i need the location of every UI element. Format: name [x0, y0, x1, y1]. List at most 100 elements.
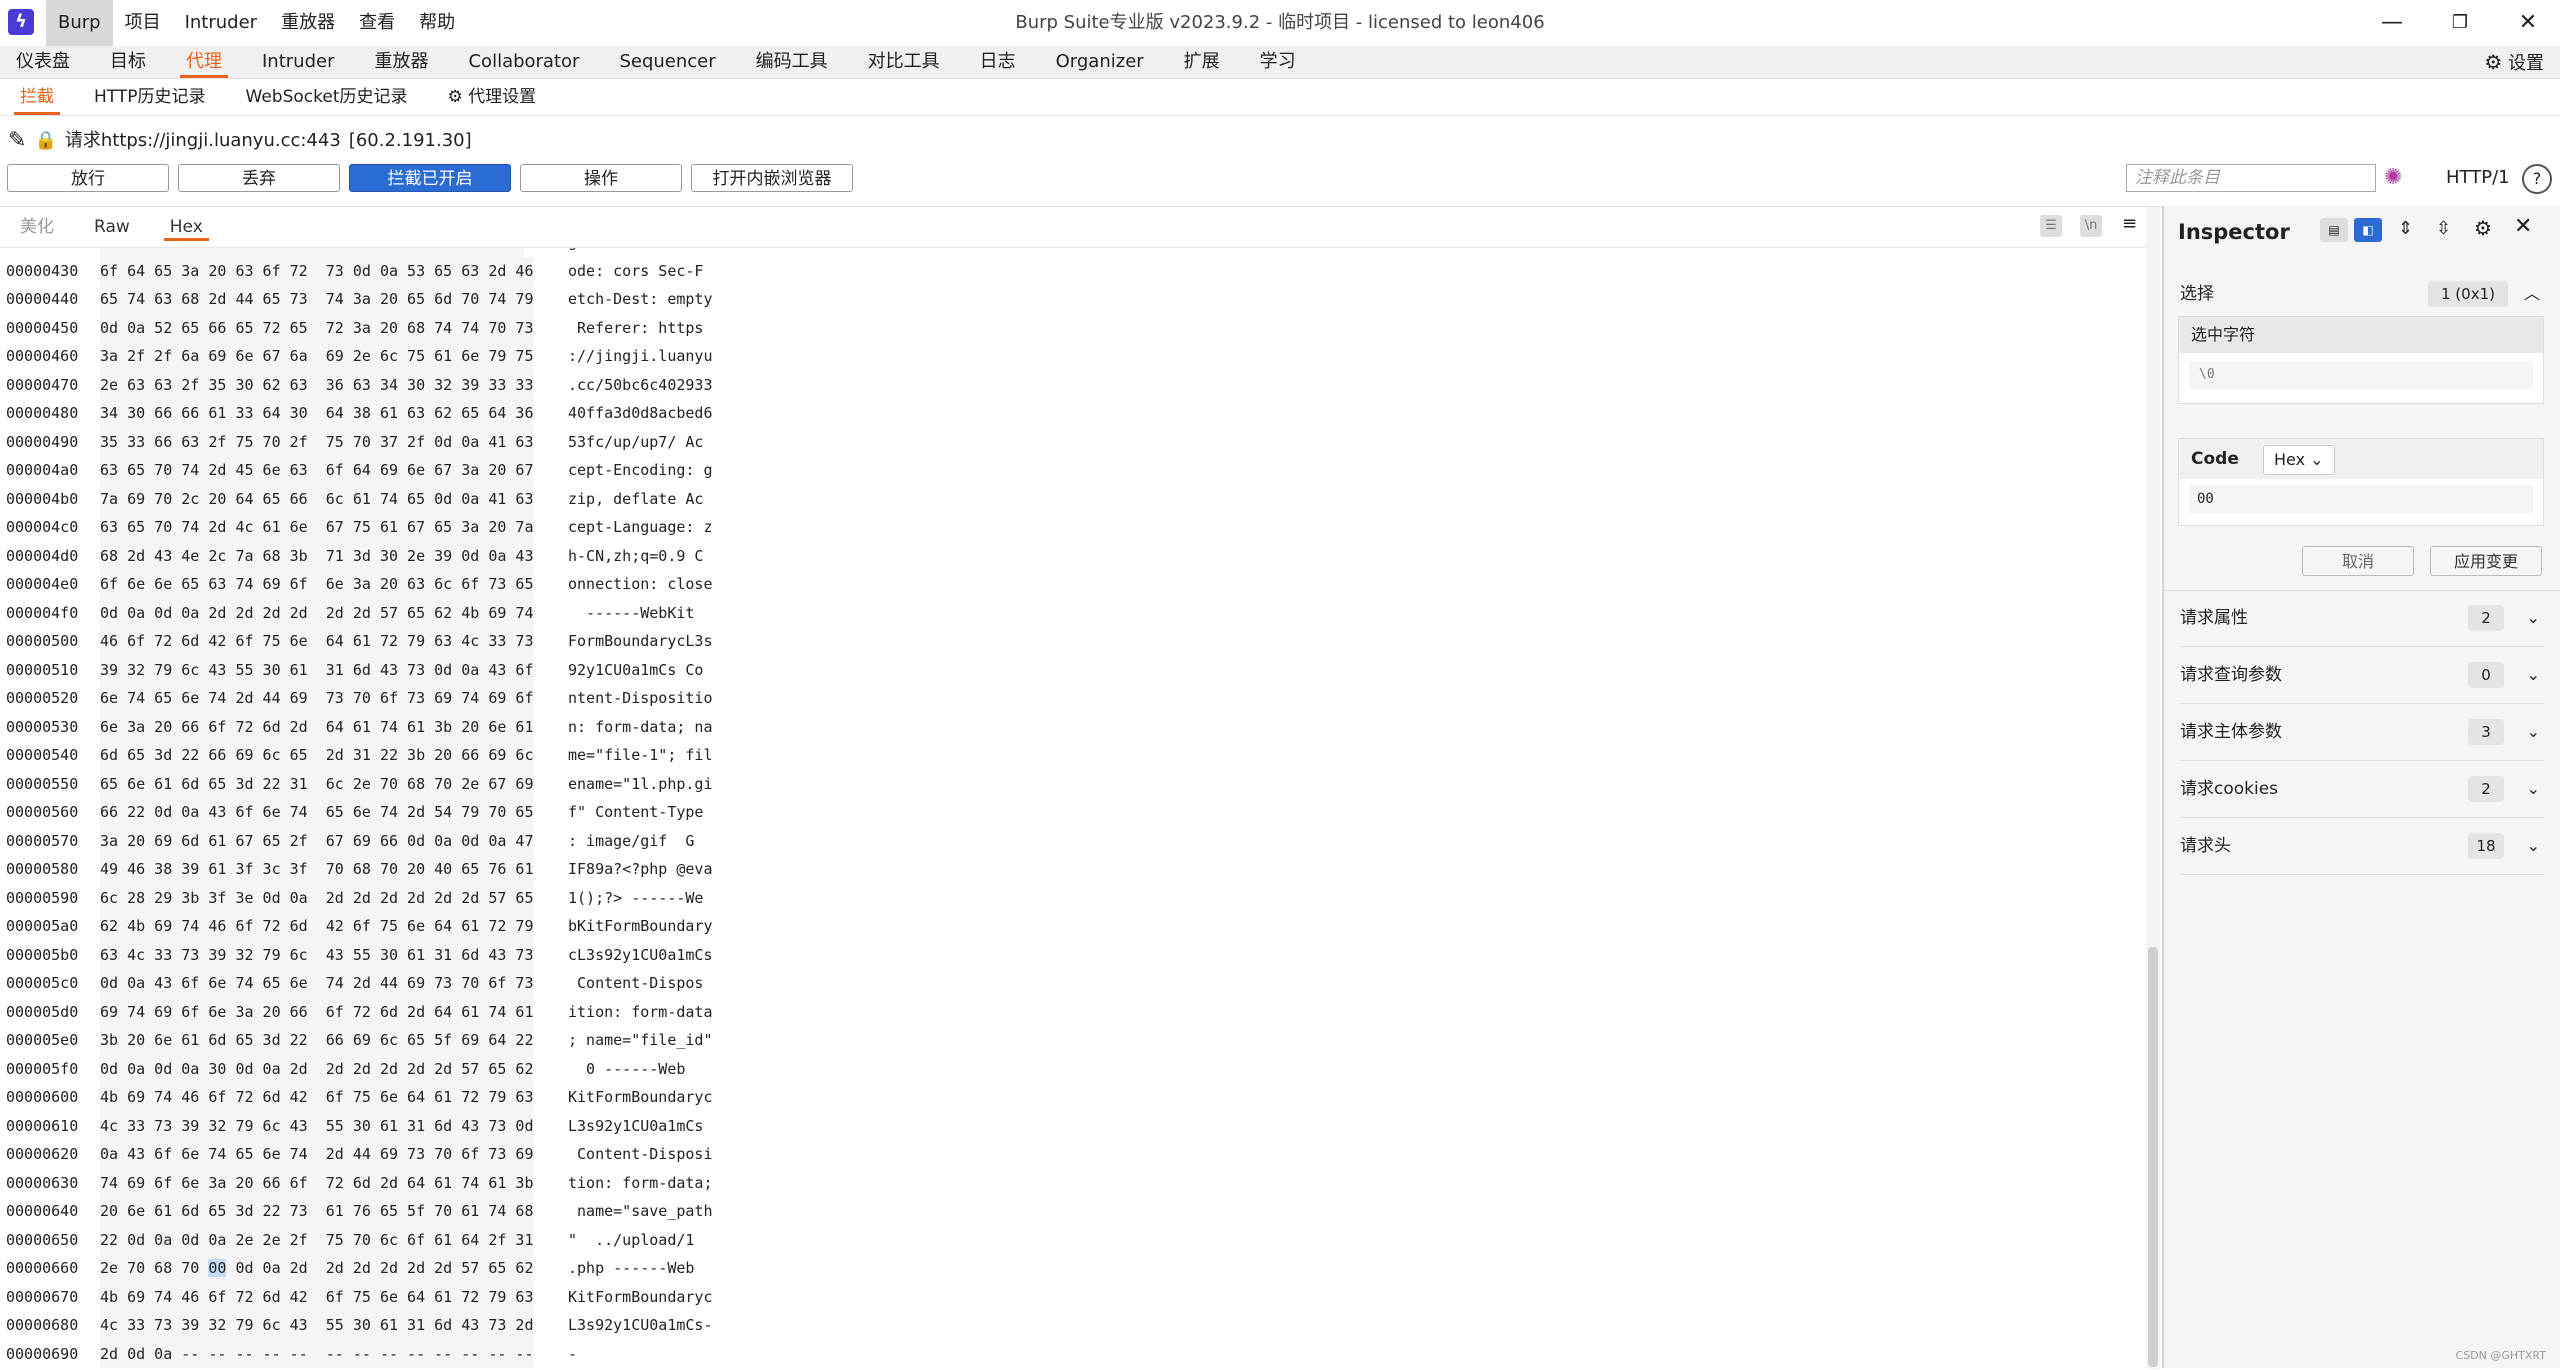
hex-bytes[interactable]: 63 4c 33 73 39 32 79 6c 43 55 30 61 31 6… — [100, 940, 534, 969]
tab-websocket-history[interactable]: WebSocket历史记录 — [226, 79, 428, 115]
tab-comparer[interactable]: 对比工具 — [852, 46, 956, 78]
hex-bytes[interactable]: 0d 0a 43 6f 6e 74 65 6e 74 2d 44 69 73 7… — [100, 969, 534, 998]
hex-bytes[interactable]: 2d 0d 0a -- -- -- -- -- -- -- -- -- -- -… — [100, 1339, 534, 1368]
hex-bytes[interactable]: 67 6e 2d 46 65 74 63 68 2d 4d 6f 64 65 3… — [100, 248, 525, 257]
tab-dashboard[interactable]: 仪表盘 — [0, 46, 86, 78]
hex-bytes[interactable]: 6d 65 3d 22 66 69 6c 65 2d 31 22 3b 20 6… — [100, 741, 534, 770]
selected-byte[interactable]: 00 — [208, 1259, 227, 1277]
menu-view[interactable]: 查看 — [347, 0, 407, 46]
hex-bytes[interactable]: 35 33 66 63 2f 75 70 2f 75 70 37 2f 0d 0… — [100, 427, 534, 456]
hex-bytes[interactable]: 6e 74 65 6e 74 2d 44 69 73 70 6f 73 69 7… — [100, 684, 534, 713]
maximize-button[interactable]: ❐ — [2428, 0, 2492, 46]
newline-icon[interactable]: \n — [2080, 215, 2102, 237]
tab-collaborator[interactable]: Collaborator — [452, 46, 595, 78]
tab-hex[interactable]: Hex — [150, 207, 223, 247]
menu-help[interactable]: 帮助 — [407, 0, 467, 46]
http-version[interactable]: HTTP/1 — [2446, 164, 2510, 192]
hex-bytes[interactable]: 3a 2f 2f 6a 69 6e 67 6a 69 2e 6c 75 61 6… — [100, 342, 534, 371]
menu-repeater[interactable]: 重放器 — [269, 0, 347, 46]
hex-bytes[interactable]: 6f 64 65 3a 20 63 6f 72 73 0d 0a 53 65 6… — [100, 256, 534, 285]
scrollbar-thumb[interactable] — [2148, 947, 2158, 1367]
code-value-input[interactable]: 00 — [2189, 485, 2533, 513]
hex-bytes[interactable]: 69 74 69 6f 6e 3a 20 66 6f 72 6d 2d 64 6… — [100, 997, 534, 1026]
tab-logger[interactable]: 日志 — [964, 46, 1032, 78]
inspector-section[interactable]: 请求主体参数 3 ⌄ — [2180, 704, 2544, 761]
tab-sequencer[interactable]: Sequencer — [603, 46, 731, 78]
selection-section[interactable]: 选择 1 (0x1) ︿ — [2180, 266, 2544, 322]
hex-bytes[interactable]: 4b 69 74 46 6f 72 6d 42 6f 75 6e 64 61 7… — [100, 1083, 534, 1112]
pencil-icon[interactable]: ✎ — [8, 126, 26, 156]
tab-organizer[interactable]: Organizer — [1040, 46, 1160, 78]
hex-bytes[interactable]: 4c 33 73 39 32 79 6c 43 55 30 61 31 6d 4… — [100, 1111, 534, 1140]
code-format-select[interactable]: Hex ⌄ — [2263, 445, 2335, 475]
hex-bytes[interactable]: 20 6e 61 6d 65 3d 22 73 61 76 65 5f 70 6… — [100, 1197, 534, 1226]
close-icon[interactable]: ✕ — [2514, 214, 2532, 239]
menu-intruder[interactable]: Intruder — [173, 0, 269, 46]
chevron-up-icon[interactable]: ︿ — [2524, 266, 2540, 322]
hex-bytes[interactable]: 6e 3a 20 66 6f 72 6d 2d 64 61 74 61 3b 2… — [100, 712, 534, 741]
hex-bytes[interactable]: 7a 69 70 2c 20 64 65 66 6c 61 74 65 0d 0… — [100, 484, 534, 513]
inspector-section[interactable]: 请求属性 2 ⌄ — [2180, 590, 2544, 647]
hex-view[interactable]: 00000420 67 6e 2d 46 65 74 63 68 2d 4d 6f… — [0, 247, 2148, 1370]
chevron-down-icon[interactable]: ⌄ — [2527, 704, 2540, 760]
hex-bytes[interactable]: 74 69 6f 6e 3a 20 66 6f 72 6d 2d 64 61 7… — [100, 1168, 534, 1197]
menu-project[interactable]: 项目 — [113, 0, 173, 46]
menu-burp[interactable]: Burp — [46, 0, 113, 46]
tab-proxy[interactable]: 代理 — [170, 46, 238, 78]
forward-button[interactable]: 放行 — [7, 164, 169, 192]
selected-chars-value[interactable]: \0 — [2189, 361, 2533, 389]
hex-bytes[interactable]: 46 6f 72 6d 42 6f 75 6e 64 61 72 79 63 4… — [100, 627, 534, 656]
inspector-section[interactable]: 请求查询参数 0 ⌄ — [2180, 647, 2544, 704]
tab-intruder[interactable]: Intruder — [246, 46, 350, 78]
hex-bytes[interactable]: 0d 0a 0d 0a 2d 2d 2d 2d 2d 2d 57 65 62 4… — [100, 598, 534, 627]
highlight-color-icon[interactable]: ✺ — [2384, 164, 2416, 192]
hex-bytes[interactable]: 68 2d 43 4e 2c 7a 68 3b 71 3d 30 2e 39 0… — [100, 541, 534, 570]
hex-bytes[interactable]: 2e 63 63 2f 35 30 62 63 36 63 34 30 32 3… — [100, 370, 534, 399]
hex-bytes[interactable]: 2e 70 68 70 00 0d 0a 2d 2d 2d 2d 2d 2d 5… — [100, 1254, 534, 1283]
tab-extensions[interactable]: 扩展 — [1168, 46, 1236, 78]
hex-bytes[interactable]: 0d 0a 52 65 66 65 72 65 72 3a 20 68 74 7… — [100, 313, 534, 342]
chevron-down-icon[interactable]: ⌄ — [2527, 590, 2540, 646]
chevron-down-icon[interactable]: ⌄ — [2527, 647, 2540, 703]
tab-raw[interactable]: Raw — [74, 207, 150, 247]
cancel-button[interactable]: 取消 — [2302, 546, 2414, 576]
help-icon[interactable]: ? — [2522, 164, 2552, 194]
inspector-section[interactable]: 请求cookies 2 ⌄ — [2180, 761, 2544, 818]
hex-bytes[interactable]: 65 74 63 68 2d 44 65 73 74 3a 20 65 6d 7… — [100, 285, 534, 314]
vertical-scrollbar[interactable] — [2146, 207, 2160, 1369]
inspector-section[interactable]: 请求头 18 ⌄ — [2180, 818, 2544, 875]
hex-bytes[interactable]: 4c 33 73 39 32 79 6c 43 55 30 61 31 6d 4… — [100, 1311, 534, 1340]
hex-bytes[interactable]: 6f 6e 6e 65 63 74 69 6f 6e 3a 20 63 6c 6… — [100, 570, 534, 599]
hex-bytes[interactable]: 66 22 0d 0a 43 6f 6e 74 65 6e 74 2d 54 7… — [100, 798, 534, 827]
hex-bytes[interactable]: 62 4b 69 74 46 6f 72 6d 42 6f 75 6e 64 6… — [100, 912, 534, 941]
tab-http-history[interactable]: HTTP历史记录 — [74, 79, 226, 115]
tab-target[interactable]: 目标 — [94, 46, 162, 78]
layout-list-icon[interactable]: ▤ — [2320, 218, 2348, 242]
action-button[interactable]: 操作 — [520, 164, 682, 192]
open-browser-button[interactable]: 打开内嵌浏览器 — [691, 164, 853, 192]
hex-bytes[interactable]: 6c 28 29 3b 3f 3e 0d 0a 2d 2d 2d 2d 2d 2… — [100, 883, 534, 912]
hex-bytes[interactable]: 3a 20 69 6d 61 67 65 2f 67 69 66 0d 0a 0… — [100, 826, 534, 855]
tab-decoder[interactable]: 编码工具 — [740, 46, 844, 78]
hex-bytes[interactable]: 22 0d 0a 0d 0a 2e 2e 2f 75 70 6c 6f 61 6… — [100, 1225, 534, 1254]
minimize-button[interactable]: — — [2360, 0, 2424, 46]
hex-bytes[interactable]: 34 30 66 66 61 33 64 30 64 38 61 63 62 6… — [100, 399, 534, 428]
hex-bytes[interactable]: 4b 69 74 46 6f 72 6d 42 6f 75 6e 64 61 7… — [100, 1282, 534, 1311]
apply-changes-button[interactable]: 应用变更 — [2430, 546, 2542, 576]
tab-learn[interactable]: 学习 — [1244, 46, 1312, 78]
menu-icon[interactable]: ≡ — [2122, 213, 2137, 234]
layout-panel-icon[interactable]: ◧ — [2354, 218, 2382, 242]
settings-button[interactable]: ⚙ 设置 — [2484, 46, 2544, 78]
drop-button[interactable]: 丢弃 — [178, 164, 340, 192]
tab-repeater[interactable]: 重放器 — [358, 46, 444, 78]
hex-bytes[interactable]: 0d 0a 0d 0a 30 0d 0a 2d 2d 2d 2d 2d 2d 5… — [100, 1054, 534, 1083]
intercept-toggle-button[interactable]: 拦截已开启 — [349, 164, 511, 192]
hex-bytes[interactable]: 39 32 79 6c 43 55 30 61 31 6d 43 73 0d 0… — [100, 655, 534, 684]
expand-all-icon[interactable]: ⇕ — [2398, 218, 2413, 239]
wrap-icon[interactable]: ☰ — [2040, 215, 2062, 237]
chevron-down-icon[interactable]: ⌄ — [2527, 761, 2540, 817]
hex-bytes[interactable]: 49 46 38 39 61 3f 3c 3f 70 68 70 20 40 6… — [100, 855, 534, 884]
hex-bytes[interactable]: 63 65 70 74 2d 45 6e 63 6f 64 69 6e 67 3… — [100, 456, 534, 485]
chevron-down-icon[interactable]: ⌄ — [2527, 818, 2540, 874]
hex-bytes[interactable]: 0a 43 6f 6e 74 65 6e 74 2d 44 69 73 70 6… — [100, 1140, 534, 1169]
